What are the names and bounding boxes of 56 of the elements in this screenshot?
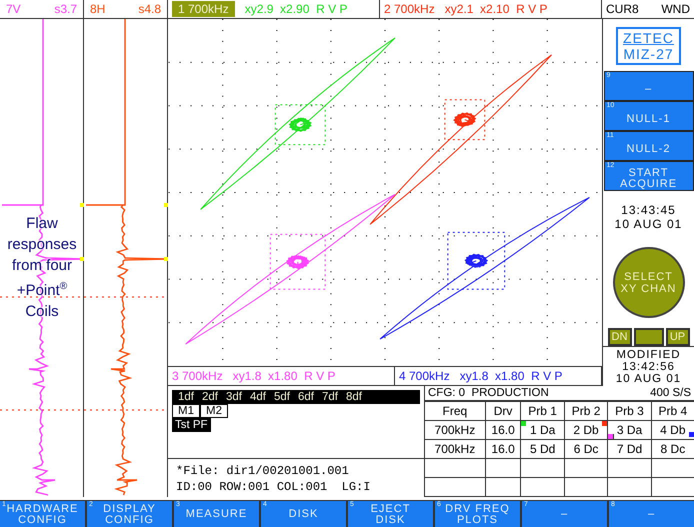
down-button[interactable]: DN (608, 328, 632, 346)
table-cell: 700kHz (425, 440, 486, 458)
table-cell: 700kHz (425, 420, 486, 440)
table-cell: 5 Dd (520, 440, 564, 458)
strip-scale: s4.8 (138, 2, 161, 16)
blank-button[interactable] (634, 328, 664, 346)
config-title: CFG: 0 PRODUCTION (428, 387, 549, 399)
filter-tab[interactable]: 6df (294, 390, 318, 404)
file-name: *File: dir1/00201001.001 (176, 463, 350, 479)
channel-label[interactable]: 1 700kHz (172, 1, 235, 17)
channel-label[interactable]: 2 700kHz (384, 2, 435, 16)
cursor-mode: WND (661, 2, 690, 16)
filter-tab[interactable]: 1df (174, 390, 198, 404)
filter-tab[interactable]: 4df (246, 390, 270, 404)
position-status: ID:00 ROW:001 COL:001 LG:I (176, 479, 372, 495)
column-header: Prb 2 (564, 402, 608, 420)
column-header: Prb 1 (520, 402, 564, 420)
channel-settings: xy1.8 x1.80 R V P (460, 369, 562, 383)
table-cell: 1 Da (520, 420, 564, 440)
table-cell: 3 Da (608, 420, 652, 440)
table-cell: 2 Db (564, 420, 608, 440)
up-button[interactable]: UP (666, 328, 690, 346)
select-channel-button[interactable]: SELECT XY CHAN (612, 247, 684, 318)
channel-settings: xy2.9 x2.90 R V P (244, 2, 348, 16)
strip-channel: 8H (90, 2, 106, 16)
strip-channel: 7V (6, 2, 21, 16)
filter-tab[interactable]: 2df (198, 390, 222, 404)
filter-tab[interactable]: 7df (318, 390, 342, 404)
test-tab[interactable]: Tst PF (172, 418, 211, 432)
mix-tab[interactable]: M2 (200, 404, 228, 418)
strip-scale: s3.7 (54, 2, 77, 16)
sample-rate: 400 S/S (650, 387, 691, 399)
mix-tab[interactable]: M1 (172, 404, 200, 418)
column-header: Drv (485, 402, 521, 420)
filter-tab[interactable]: 5df (270, 390, 294, 404)
channel-marker (602, 421, 608, 426)
clock-text: 13:43:45 10 AUG 01 (614, 203, 682, 231)
table-cell: 6 Dc (564, 440, 608, 458)
channel-label[interactable]: 4 700kHz (399, 369, 450, 383)
modified-text: MODIFIED 13:42:56 10 AUG 01 (603, 346, 694, 386)
column-header: Freq (425, 402, 486, 420)
column-header: Prb 3 (608, 402, 652, 420)
channel-settings: xy2.1 x2.10 R V P (444, 2, 548, 16)
channel-label[interactable]: 3 700kHz (172, 369, 223, 383)
channel-marker (689, 432, 694, 437)
brand-logo: ZETEC MIZ-27 (616, 27, 681, 65)
filter-tab[interactable]: 8df (342, 390, 366, 404)
channel-marker (521, 421, 526, 426)
filter-tab[interactable]: 3df (222, 390, 246, 404)
cursor-label: CUR8 (606, 2, 639, 16)
table-cell: 7 Dd (608, 440, 652, 458)
channel-marker (608, 434, 614, 439)
column-header: Prb 4 (651, 402, 694, 420)
table-cell: 16.0 (485, 440, 521, 458)
channel-settings: xy1.8 x1.80 R V P (232, 369, 336, 383)
table-cell: 16.0 (485, 420, 521, 440)
